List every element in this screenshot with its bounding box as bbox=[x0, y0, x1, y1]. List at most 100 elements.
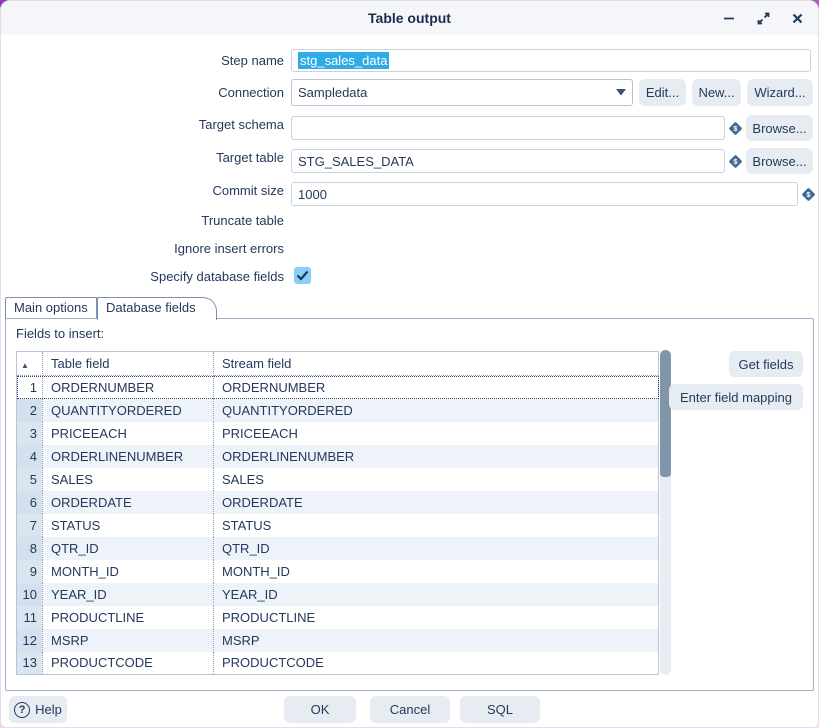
scrollbar-thumb[interactable] bbox=[660, 350, 671, 477]
row-number: 2 bbox=[17, 399, 43, 422]
table-field-column-header[interactable]: Table field bbox=[43, 352, 214, 376]
table-field-cell[interactable]: ORDERDATE bbox=[43, 491, 214, 514]
table-row[interactable]: 1ORDERNUMBERORDERNUMBER bbox=[17, 376, 659, 399]
table-field-cell[interactable]: PRODUCTLINE bbox=[43, 606, 214, 629]
stream-field-cell[interactable]: ORDERDATE bbox=[214, 491, 659, 514]
dialog-title: Table output bbox=[368, 10, 451, 26]
minimize-button[interactable] bbox=[722, 11, 736, 25]
row-number: 3 bbox=[17, 422, 43, 445]
table-field-cell[interactable]: YEAR_ID bbox=[43, 583, 214, 606]
row-number: 8 bbox=[17, 537, 43, 560]
stream-field-cell[interactable]: SALES bbox=[214, 468, 659, 491]
step-name-input[interactable]: stg_sales_data bbox=[291, 49, 811, 72]
table-output-dialog: Table output Step name stg_sales_data Co… bbox=[0, 0, 819, 728]
table-field-cell[interactable]: MONTH_ID bbox=[43, 560, 214, 583]
stream-field-cell[interactable]: ORDERNUMBER bbox=[214, 376, 659, 399]
table-row[interactable]: 7STATUSSTATUS bbox=[17, 514, 659, 537]
cancel-button[interactable]: Cancel bbox=[370, 696, 450, 723]
fields-table-header[interactable]: ▲ Table field Stream field bbox=[17, 352, 659, 376]
target-table-browse-button[interactable]: Browse... bbox=[746, 148, 813, 174]
specify-database-fields-label: Specify database fields bbox=[1, 269, 284, 284]
table-row[interactable]: 4ORDERLINENUMBERORDERLINENUMBER bbox=[17, 445, 659, 468]
sort-ascending-icon: ▲ bbox=[21, 361, 29, 370]
stream-field-cell[interactable]: STATUS bbox=[214, 514, 659, 537]
step-name-value: stg_sales_data bbox=[298, 52, 389, 69]
stream-field-cell[interactable]: QUANTITYORDERED bbox=[214, 399, 659, 422]
get-fields-button[interactable]: Get fields bbox=[729, 351, 803, 377]
commit-size-label: Commit size bbox=[1, 183, 284, 198]
target-table-label: Target table bbox=[1, 150, 284, 165]
connection-label: Connection bbox=[1, 85, 284, 100]
field-table-body: 1ORDERNUMBERORDERNUMBER2QUANTITYORDEREDQ… bbox=[17, 376, 659, 675]
connection-wizard-button[interactable]: Wizard... bbox=[747, 79, 813, 106]
tab-database-fields[interactable]: Database fields bbox=[97, 297, 217, 320]
table-row[interactable]: 13PRODUCTCODEPRODUCTCODE bbox=[17, 652, 659, 675]
stream-field-cell[interactable]: MONTH_ID bbox=[214, 560, 659, 583]
truncate-table-checkbox[interactable] bbox=[294, 211, 311, 228]
target-schema-input[interactable] bbox=[291, 116, 725, 140]
table-row[interactable]: 6ORDERDATEORDERDATE bbox=[17, 491, 659, 514]
table-field-cell[interactable]: SALES bbox=[43, 468, 214, 491]
connection-select[interactable]: Sampledata bbox=[291, 79, 633, 106]
commit-size-input[interactable]: 1000 bbox=[291, 182, 798, 206]
stream-field-cell[interactable]: PRICEEACH bbox=[214, 422, 659, 445]
table-field-cell[interactable]: PRODUCTCODE bbox=[43, 652, 214, 675]
table-field-cell[interactable]: STATUS bbox=[43, 514, 214, 537]
truncate-table-label: Truncate table bbox=[1, 213, 284, 228]
stream-field-cell[interactable]: YEAR_ID bbox=[214, 583, 659, 606]
row-number: 4 bbox=[17, 445, 43, 468]
help-icon: ? bbox=[14, 702, 30, 718]
table-row[interactable]: 5SALESSALES bbox=[17, 468, 659, 491]
stream-field-cell[interactable]: PRODUCTLINE bbox=[214, 606, 659, 629]
row-number: 1 bbox=[17, 376, 43, 399]
titlebar[interactable]: Table output bbox=[1, 1, 818, 35]
row-number: 13 bbox=[17, 652, 43, 675]
row-number: 11 bbox=[17, 606, 43, 629]
sort-column-header[interactable]: ▲ bbox=[17, 352, 43, 376]
step-name-label: Step name bbox=[1, 53, 284, 68]
table-row[interactable]: 8QTR_IDQTR_ID bbox=[17, 537, 659, 560]
stream-field-column-header[interactable]: Stream field bbox=[214, 352, 659, 376]
database-fields-panel: Fields to insert: ▲ Table field Stream f… bbox=[5, 318, 814, 691]
table-field-cell[interactable]: QTR_ID bbox=[43, 537, 214, 560]
maximize-button[interactable] bbox=[756, 11, 770, 25]
tab-main-options[interactable]: Main options bbox=[5, 297, 97, 319]
target-table-value: STG_SALES_DATA bbox=[298, 154, 414, 169]
row-number: 5 bbox=[17, 468, 43, 491]
table-field-cell[interactable]: MSRP bbox=[43, 629, 214, 652]
table-row[interactable]: 12MSRPMSRP bbox=[17, 629, 659, 652]
target-schema-browse-button[interactable]: Browse... bbox=[746, 115, 813, 141]
help-label: Help bbox=[35, 702, 62, 717]
connection-new-button[interactable]: New... bbox=[692, 79, 741, 106]
connection-edit-button[interactable]: Edit... bbox=[639, 79, 686, 106]
stream-field-cell[interactable]: ORDERLINENUMBER bbox=[214, 445, 659, 468]
table-field-cell[interactable]: QUANTITYORDERED bbox=[43, 399, 214, 422]
variable-icon: $ bbox=[728, 121, 743, 136]
target-table-input[interactable]: STG_SALES_DATA bbox=[291, 149, 725, 173]
row-number: 10 bbox=[17, 583, 43, 606]
ok-button[interactable]: OK bbox=[284, 696, 356, 723]
table-field-cell[interactable]: PRICEEACH bbox=[43, 422, 214, 445]
table-row[interactable]: 2QUANTITYORDEREDQUANTITYORDERED bbox=[17, 399, 659, 422]
stream-field-cell[interactable]: MSRP bbox=[214, 629, 659, 652]
table-field-cell[interactable]: ORDERNUMBER bbox=[43, 376, 214, 399]
ignore-insert-errors-label: Ignore insert errors bbox=[1, 241, 284, 256]
stream-field-cell[interactable]: PRODUCTCODE bbox=[214, 652, 659, 675]
table-row[interactable]: 10YEAR_IDYEAR_ID bbox=[17, 583, 659, 606]
help-button[interactable]: ? Help bbox=[9, 696, 67, 723]
close-button[interactable] bbox=[790, 11, 804, 25]
stream-field-cell[interactable]: QTR_ID bbox=[214, 537, 659, 560]
variable-icon: $ bbox=[801, 187, 816, 202]
commit-size-value: 1000 bbox=[298, 187, 327, 202]
table-row[interactable]: 11PRODUCTLINEPRODUCTLINE bbox=[17, 606, 659, 629]
row-number: 12 bbox=[17, 629, 43, 652]
enter-field-mapping-button[interactable]: Enter field mapping bbox=[669, 384, 803, 410]
specify-database-fields-checkbox[interactable] bbox=[294, 267, 311, 284]
target-schema-label: Target schema bbox=[1, 117, 284, 132]
variable-icon: $ bbox=[728, 154, 743, 169]
table-row[interactable]: 3PRICEEACHPRICEEACH bbox=[17, 422, 659, 445]
ignore-insert-errors-checkbox[interactable] bbox=[294, 239, 311, 256]
sql-button[interactable]: SQL bbox=[460, 696, 540, 723]
table-field-cell[interactable]: ORDERLINENUMBER bbox=[43, 445, 214, 468]
table-row[interactable]: 9MONTH_IDMONTH_ID bbox=[17, 560, 659, 583]
